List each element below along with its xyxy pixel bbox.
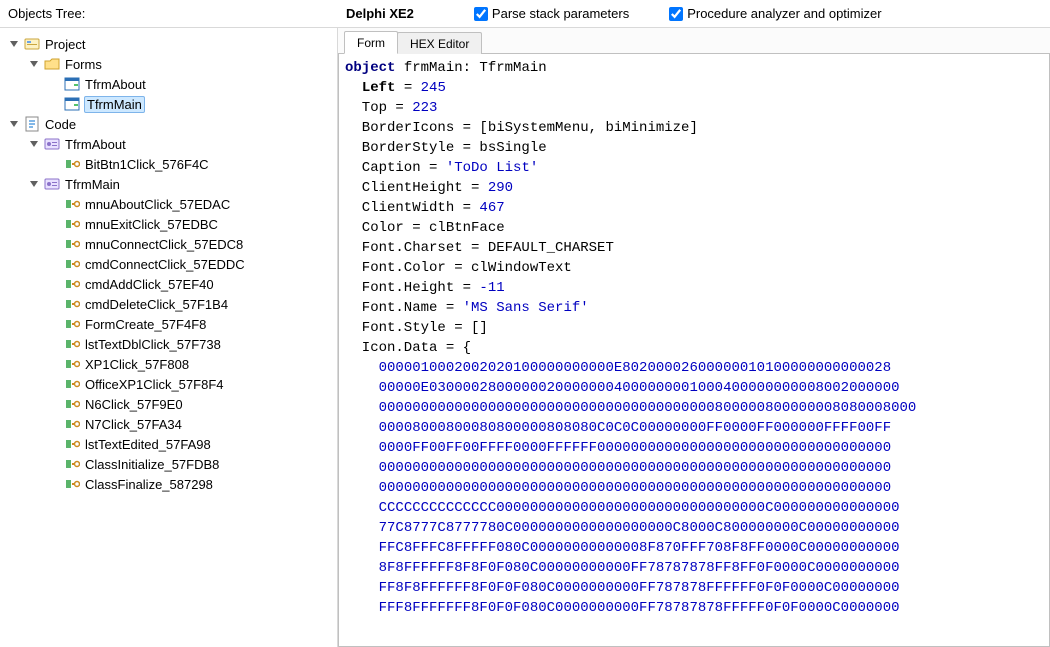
tree-item-label: mnuAboutClick_57EDAC — [84, 197, 231, 212]
tab-hex[interactable]: HEX Editor — [397, 32, 482, 54]
editor-tabs: Form HEX Editor — [338, 28, 1050, 54]
parse-stack-input[interactable] — [474, 7, 488, 21]
tree-expander-icon[interactable] — [28, 58, 40, 70]
procedure-icon — [64, 416, 80, 432]
tree-procedure-item[interactable]: mnuExitClick_57EDBC — [48, 214, 333, 234]
tree-class-item[interactable]: TfrmMain — [28, 174, 333, 194]
tree-expander-icon[interactable] — [8, 118, 20, 130]
tree-item-label: Project — [44, 37, 86, 52]
tree-item-label: Code — [44, 117, 77, 132]
procedure-icon — [64, 356, 80, 372]
procedure-icon — [64, 376, 80, 392]
tree-item-label: cmdDeleteClick_57F1B4 — [84, 297, 229, 312]
topbar: Objects Tree: Delphi XE2 Parse stack par… — [0, 0, 1050, 28]
procedure-icon — [64, 316, 80, 332]
folder-icon — [44, 56, 60, 72]
tree-item-label: ClassFinalize_587298 — [84, 477, 214, 492]
tree-project[interactable]: Project — [8, 34, 333, 54]
parse-stack-label: Parse stack parameters — [492, 6, 629, 21]
procedure-icon — [64, 396, 80, 412]
tree-item-label: FormCreate_57F4F8 — [84, 317, 207, 332]
tree-procedure-item[interactable]: mnuConnectClick_57EDC8 — [48, 234, 333, 254]
procedure-icon — [64, 216, 80, 232]
tree-procedure-item[interactable]: cmdDeleteClick_57F1B4 — [48, 294, 333, 314]
tree-expander-icon[interactable] — [28, 178, 40, 190]
tree-item-label: ClassInitialize_57FDB8 — [84, 457, 220, 472]
procedure-icon — [64, 196, 80, 212]
tree-item-label: cmdConnectClick_57EDDC — [84, 257, 246, 272]
tree-item-label: TfrmMain — [64, 177, 121, 192]
procedure-icon — [64, 456, 80, 472]
tree-procedure-item[interactable]: ClassFinalize_587298 — [48, 474, 333, 494]
objects-tree[interactable]: Project Forms TfrmAbout TfrmMain Code TfrmAbo… — [0, 28, 338, 647]
tree-item-label: N6Click_57F9E0 — [84, 397, 184, 412]
tree-forms-folder[interactable]: Forms — [28, 54, 333, 74]
proc-analyzer-checkbox[interactable]: Procedure analyzer and optimizer — [669, 6, 881, 21]
procedure-icon — [64, 256, 80, 272]
tree-item-label: mnuConnectClick_57EDC8 — [84, 237, 244, 252]
proc-analyzer-input[interactable] — [669, 7, 683, 21]
class-icon — [44, 136, 60, 152]
tree-expander-icon[interactable] — [28, 138, 40, 150]
tree-item-label: BitBtn1Click_576F4C — [84, 157, 210, 172]
tree-form-item[interactable]: TfrmMain — [48, 94, 333, 114]
tree-procedure-item[interactable]: lstTextDblClick_57F738 — [48, 334, 333, 354]
procedure-icon — [64, 156, 80, 172]
tree-procedure-item[interactable]: BitBtn1Click_576F4C — [48, 154, 333, 174]
tree-procedure-item[interactable]: cmdAddClick_57EF40 — [48, 274, 333, 294]
tree-item-label: XP1Click_57F808 — [84, 357, 190, 372]
form-icon — [64, 76, 80, 92]
parse-stack-checkbox[interactable]: Parse stack parameters — [474, 6, 629, 21]
tree-procedure-item[interactable]: mnuAboutClick_57EDAC — [48, 194, 333, 214]
form-icon — [64, 96, 80, 112]
tree-code[interactable]: Code — [8, 114, 333, 134]
tree-procedure-item[interactable]: N7Click_57FA34 — [48, 414, 333, 434]
tree-item-label: TfrmMain — [84, 96, 145, 113]
tree-item-label: lstTextEdited_57FA98 — [84, 437, 212, 452]
tree-item-label: cmdAddClick_57EF40 — [84, 277, 215, 292]
tree-expander-icon[interactable] — [8, 38, 20, 50]
tree-item-label: Forms — [64, 57, 103, 72]
procedure-icon — [64, 336, 80, 352]
code-icon — [24, 116, 40, 132]
tree-form-item[interactable]: TfrmAbout — [48, 74, 333, 94]
tree-procedure-item[interactable]: OfficeXP1Click_57F8F4 — [48, 374, 333, 394]
tree-procedure-item[interactable]: lstTextEdited_57FA98 — [48, 434, 333, 454]
proc-analyzer-label: Procedure analyzer and optimizer — [687, 6, 881, 21]
procedure-icon — [64, 476, 80, 492]
project-icon — [24, 36, 40, 52]
tree-procedure-item[interactable]: N6Click_57F9E0 — [48, 394, 333, 414]
procedure-icon — [64, 276, 80, 292]
tree-item-label: TfrmAbout — [64, 137, 127, 152]
tree-procedure-item[interactable]: XP1Click_57F808 — [48, 354, 333, 374]
tree-procedure-item[interactable]: FormCreate_57F4F8 — [48, 314, 333, 334]
class-icon — [44, 176, 60, 192]
tab-form[interactable]: Form — [344, 31, 398, 54]
tree-item-label: TfrmAbout — [84, 77, 147, 92]
tree-item-label: lstTextDblClick_57F738 — [84, 337, 222, 352]
tree-item-label: N7Click_57FA34 — [84, 417, 183, 432]
procedure-icon — [64, 236, 80, 252]
tree-class-item[interactable]: TfrmAbout — [28, 134, 333, 154]
tree-item-label: mnuExitClick_57EDBC — [84, 217, 219, 232]
dfm-editor[interactable]: object frmMain: TfrmMain Left = 245 Top … — [338, 54, 1050, 647]
tree-item-label: OfficeXP1Click_57F8F4 — [84, 377, 225, 392]
procedure-icon — [64, 296, 80, 312]
tree-procedure-item[interactable]: cmdConnectClick_57EDDC — [48, 254, 333, 274]
objects-tree-label: Objects Tree: — [8, 6, 346, 21]
procedure-icon — [64, 436, 80, 452]
app-title: Delphi XE2 — [346, 6, 414, 21]
tree-procedure-item[interactable]: ClassInitialize_57FDB8 — [48, 454, 333, 474]
